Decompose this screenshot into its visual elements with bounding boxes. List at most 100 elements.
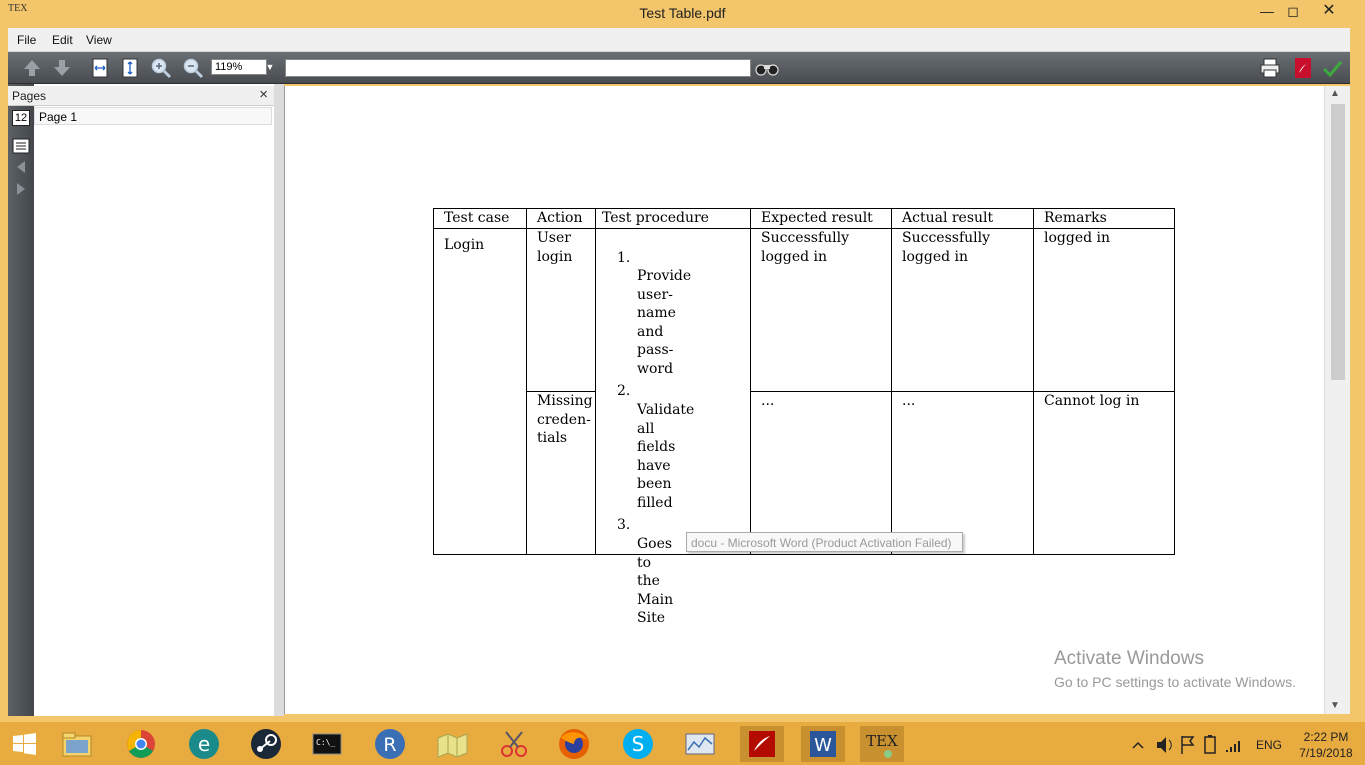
tray-volume[interactable] bbox=[1153, 726, 1175, 762]
taskbar-performance-monitor[interactable] bbox=[678, 726, 722, 762]
taskbar-acrobat[interactable] bbox=[740, 726, 784, 762]
pages-panel-title: Pages bbox=[12, 89, 47, 103]
table-cell-actual-1: Successfully logged in bbox=[891, 228, 1034, 392]
watermark-subtitle: Go to PC settings to activate Windows. bbox=[1054, 674, 1296, 690]
panel-splitter[interactable] bbox=[274, 84, 284, 716]
firefox-icon bbox=[559, 729, 589, 759]
procedure-step-number: 2. bbox=[617, 383, 631, 399]
scissors-icon bbox=[501, 731, 527, 757]
tray-network[interactable] bbox=[1223, 726, 1245, 762]
taskbar-file-explorer[interactable] bbox=[55, 726, 99, 762]
watermark-title: Activate Windows bbox=[1054, 648, 1204, 669]
table-header-action: Action bbox=[526, 208, 596, 229]
taskbar-firefox[interactable] bbox=[552, 726, 596, 762]
page-fit-width-icon bbox=[92, 58, 108, 78]
panel-back-button[interactable] bbox=[14, 160, 28, 174]
triangle-left-icon bbox=[17, 161, 25, 173]
list-icon bbox=[12, 138, 30, 154]
taskbar-chrome[interactable] bbox=[119, 726, 163, 762]
zoom-in-icon bbox=[151, 58, 172, 79]
taskbar-snipping-tool[interactable] bbox=[492, 726, 536, 762]
next-page-button[interactable] bbox=[50, 57, 74, 79]
maximize-button[interactable]: ◻ bbox=[1276, 0, 1310, 24]
page-number-icon: 12 bbox=[14, 112, 28, 124]
find-button[interactable] bbox=[754, 57, 779, 79]
fit-width-button[interactable] bbox=[88, 57, 112, 79]
svg-text:W: W bbox=[814, 735, 832, 756]
close-button[interactable]: ✕ bbox=[1312, 0, 1346, 24]
pages-panel-close-button[interactable]: × bbox=[259, 86, 268, 103]
taskbar-word[interactable]: W bbox=[801, 726, 845, 762]
app-window: TEX Test Table.pdf — ◻ ✕ File Edit View bbox=[0, 0, 1365, 765]
scroll-down-icon[interactable]: ▼ bbox=[1330, 700, 1340, 711]
toolbar: 119% ▼ bbox=[8, 52, 1350, 84]
outline-button[interactable] bbox=[12, 138, 30, 154]
taskbar-maps[interactable] bbox=[430, 726, 474, 762]
start-button[interactable] bbox=[2, 726, 46, 762]
taskbar-edge[interactable]: e bbox=[182, 726, 226, 762]
previous-page-button[interactable] bbox=[20, 57, 44, 79]
scrollbar-thumb[interactable] bbox=[1331, 104, 1345, 380]
taskbar-texworks[interactable]: TEX bbox=[860, 726, 904, 762]
tray-overflow-button[interactable] bbox=[1128, 726, 1148, 762]
table-cell-actual-2: ... bbox=[891, 391, 1034, 555]
tray-language[interactable]: ENG bbox=[1256, 738, 1282, 752]
title-bar[interactable]: TEX Test Table.pdf — ◻ ✕ bbox=[0, 0, 1365, 28]
pdf-document-view[interactable]: Test case Action Test procedure Expected… bbox=[284, 86, 1324, 714]
word-icon: W bbox=[810, 731, 836, 757]
scroll-up-icon[interactable]: ▲ bbox=[1330, 88, 1340, 99]
table-cell-action-2: Missing creden- tials bbox=[526, 391, 596, 555]
battery-icon bbox=[1204, 735, 1216, 754]
svg-text:S: S bbox=[632, 732, 645, 756]
tray-time: 2:22 PM bbox=[1303, 730, 1349, 744]
speaker-icon bbox=[1157, 737, 1172, 753]
zoom-in-button[interactable] bbox=[149, 57, 173, 79]
print-button[interactable] bbox=[1258, 57, 1282, 79]
procedure-step-number: 1. bbox=[617, 250, 631, 266]
taskbar-skype[interactable]: S bbox=[616, 726, 660, 762]
page-list-item[interactable]: Page 1 bbox=[34, 107, 272, 125]
pages-panel-header: Pages × bbox=[8, 86, 274, 106]
panel-forward-button[interactable] bbox=[14, 182, 28, 196]
menu-bar: File Edit View bbox=[8, 28, 1350, 52]
zoom-out-button[interactable] bbox=[181, 57, 205, 79]
close-icon: ✕ bbox=[1322, 2, 1336, 19]
open-in-acrobat-button[interactable] bbox=[1291, 57, 1315, 79]
signal-bars-icon bbox=[1226, 741, 1240, 752]
svg-text:e: e bbox=[198, 732, 210, 756]
table-header-remarks: Remarks bbox=[1033, 208, 1175, 229]
skype-icon: S bbox=[623, 729, 653, 759]
menu-view[interactable]: View bbox=[86, 33, 112, 47]
binoculars-icon bbox=[755, 64, 779, 76]
taskbar-r[interactable]: R bbox=[368, 726, 412, 762]
maximize-icon: ◻ bbox=[1287, 3, 1299, 19]
folder-icon bbox=[62, 732, 92, 757]
procedure-step-text: Validate all fields have been filled bbox=[637, 402, 695, 511]
fit-page-button[interactable] bbox=[118, 57, 142, 79]
search-input[interactable] bbox=[285, 59, 751, 77]
spellcheck-button[interactable] bbox=[1320, 57, 1344, 79]
pages-panel bbox=[34, 84, 274, 716]
acrobat-icon bbox=[1295, 58, 1311, 78]
zoom-dropdown-button[interactable]: ▼ bbox=[264, 59, 276, 75]
menu-edit[interactable]: Edit bbox=[52, 33, 73, 47]
chevron-down-icon: ▼ bbox=[265, 62, 275, 72]
steam-icon bbox=[251, 729, 281, 759]
tex-icon: TEX bbox=[866, 732, 898, 758]
procedure-step-text: Provide user-name and pass-word bbox=[637, 268, 692, 377]
terminal-icon: C:\_ bbox=[312, 733, 342, 755]
zoom-level-select[interactable]: 119% bbox=[211, 59, 267, 75]
printer-icon bbox=[1260, 58, 1280, 78]
table-cell-expected-2: ... bbox=[750, 391, 892, 555]
window-title: Test Table.pdf bbox=[639, 5, 726, 21]
monitor-chart-icon bbox=[685, 733, 715, 755]
page-thumbnails-button[interactable]: 12 bbox=[12, 110, 30, 126]
table-header-test-procedure: Test procedure bbox=[595, 208, 751, 229]
taskbar-steam[interactable] bbox=[244, 726, 288, 762]
menu-file[interactable]: File bbox=[17, 33, 36, 47]
tray-action-center[interactable] bbox=[1176, 726, 1198, 762]
taskbar-command-prompt[interactable]: C:\_ bbox=[305, 726, 349, 762]
tray-battery[interactable] bbox=[1200, 726, 1222, 762]
tray-clock[interactable]: 2:22 PM 7/19/2018 bbox=[1290, 729, 1362, 761]
taskbar-tooltip: docu - Microsoft Word (Product Activatio… bbox=[686, 532, 963, 552]
